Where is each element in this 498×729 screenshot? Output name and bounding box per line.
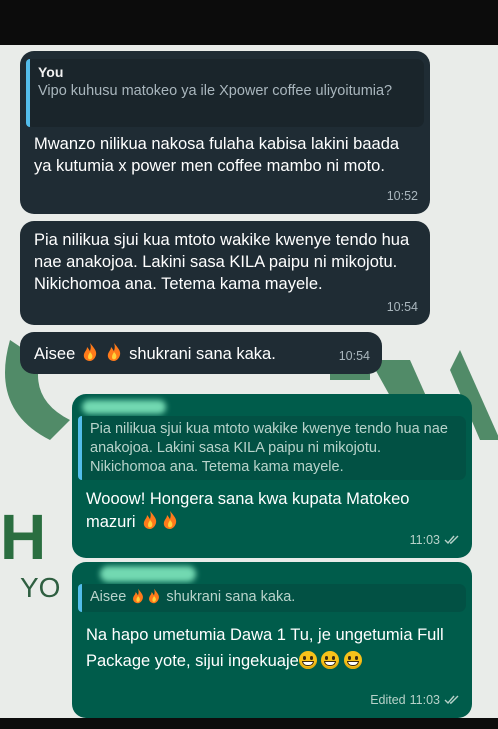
background-text: YO [20,572,61,603]
fire-emoji-icon [160,510,180,536]
redacted-sender-name [100,566,196,582]
message-time: 10:54 [386,300,418,314]
message-text-part: Wooow! Hongera sana kwa kupata Matokeo m… [86,490,410,531]
edited-label: Edited [370,693,406,707]
redacted-sender-name [82,400,166,414]
fire-emoji-icon [80,342,100,368]
message-status: 11:03 [410,529,460,551]
background-letter: H [0,501,46,573]
quoted-text-part: shukrani sana kaka. [166,589,296,605]
quoted-text: Pia nilikua sjui kua mtoto wakike kwenye… [90,421,448,475]
quoted-message[interactable]: Pia nilikua sjui kua mtoto wakike kwenye… [78,416,466,480]
message-time: 10:52 [386,189,418,203]
fire-emoji-icon [146,588,162,610]
grinning-face-emoji-icon [321,651,340,669]
quoted-message[interactable]: You Vipo kuhusu matokeo ya ile Xpower co… [26,59,424,127]
quoted-text: Vipo kuhusu matokeo ya ile Xpower coffee… [38,83,393,99]
navigation-bar [0,718,498,729]
double-check-icon [444,535,459,545]
fire-emoji-icon [140,510,160,536]
message-text: Pia nilikua sjui kua mtoto wakike kwenye… [34,231,410,293]
message-text: Na hapo umetumia Dawa 1 Tu, je ungetumia… [72,622,472,674]
quoted-sender: You [38,64,64,80]
status-bar [0,0,498,45]
message-bubble[interactable]: Aisee shukrani sana kaka. Na hapo umetum… [72,562,472,718]
fire-emoji-icon [130,588,146,610]
message-text-part: shukrani sana kaka. [129,345,276,363]
message-bubble[interactable]: Pia nilikua sjui kua mtoto wakike kwenye… [72,394,472,558]
grinning-face-emoji-icon [344,651,362,669]
message-time: 11:03 [409,693,440,707]
fire-emoji-icon [104,342,124,368]
grinning-face-emoji-icon [298,651,317,669]
message-text: Aisee shukrani sana kaka. [20,332,382,368]
quoted-message[interactable]: Aisee shukrani sana kaka. [78,584,466,612]
message-status: Edited 11:03 [370,689,460,711]
message-bubble[interactable]: You Vipo kuhusu matokeo ya ile Xpower co… [20,51,430,214]
quoted-text-part: Aisee [90,589,127,605]
message-time: 10:54 [338,349,370,363]
message-bubble[interactable]: Aisee shukrani sana kaka. 10:54 [20,332,382,374]
message-text-part: Na hapo umetumia Dawa 1 Tu, je ungetumia… [86,626,444,670]
quoted-text: Aisee shukrani sana kaka. [90,588,458,610]
message-time: 11:03 [409,533,440,547]
double-check-icon [444,695,459,705]
message-bubble[interactable]: Pia nilikua sjui kua mtoto wakike kwenye… [20,221,430,325]
message-text: Mwanzo nilikua nakosa fulaha kabisa laki… [34,135,400,175]
message-text-part: Aisee [34,345,76,363]
